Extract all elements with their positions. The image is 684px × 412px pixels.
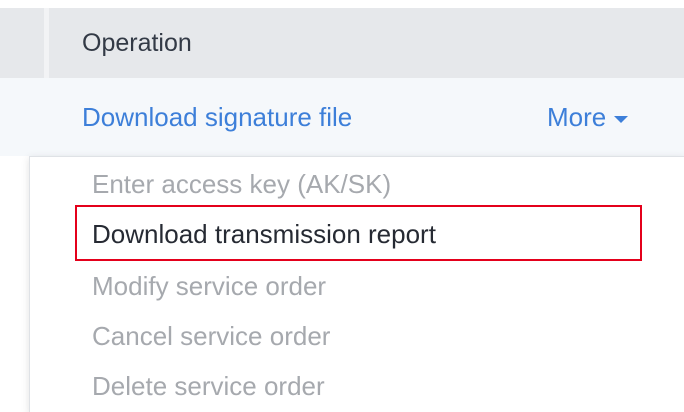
more-dropdown-button[interactable]: More [547,78,629,156]
caret-down-icon [614,115,629,123]
table-row: Download signature file More [0,78,684,156]
download-signature-file-link[interactable]: Download signature file [82,78,352,156]
operation-table: Operation Download signature file More E… [0,0,684,412]
menu-item-download-transmission-report[interactable]: Download transmission report [92,219,436,250]
menu-item-cancel-service-order[interactable]: Cancel service order [92,321,330,352]
more-dropdown-menu: Enter access key (AK/SK) Download transm… [29,156,684,412]
table-header-row: Operation [0,8,684,78]
column-divider [44,8,49,78]
menu-item-delete-service-order[interactable]: Delete service order [92,371,325,402]
operation-column-header: Operation [82,29,192,57]
more-label: More [547,102,607,132]
menu-item-modify-service-order[interactable]: Modify service order [92,271,326,302]
menu-item-enter-access-key[interactable]: Enter access key (AK/SK) [92,169,391,200]
